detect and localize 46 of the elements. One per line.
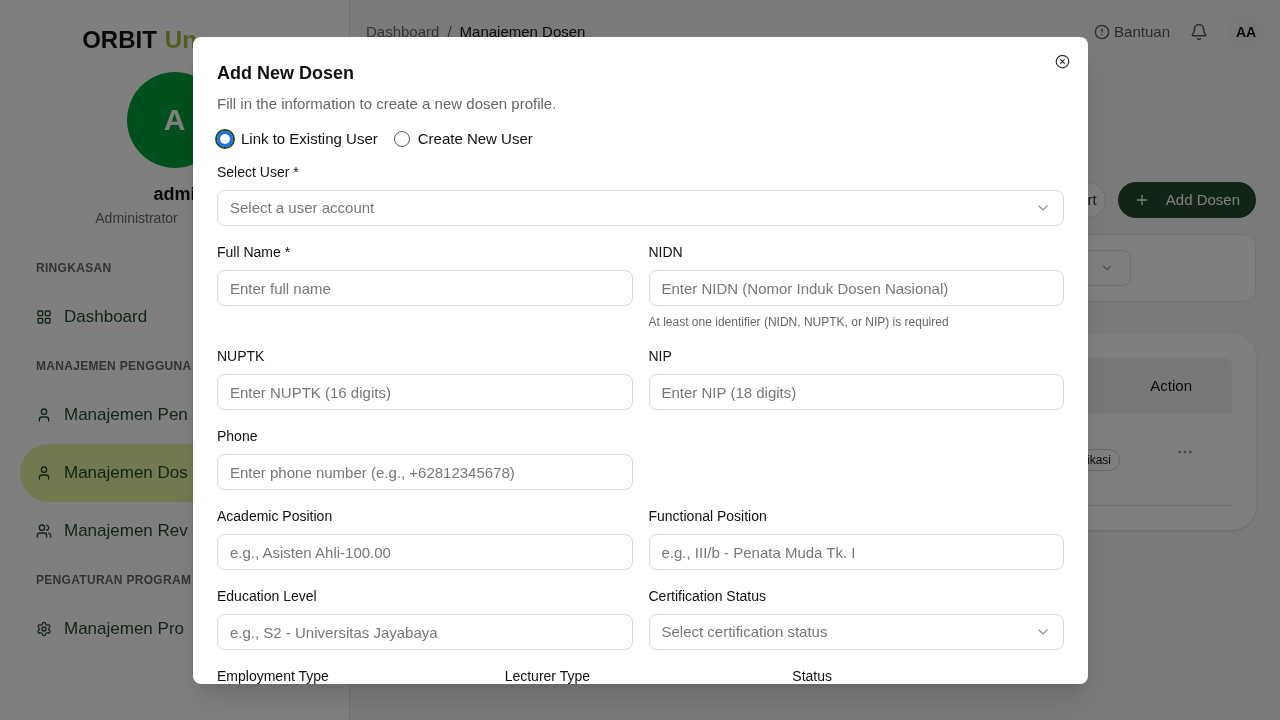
user-icon [36,465,52,481]
grid-icon [36,309,52,325]
add-dosen-button[interactable]: Add Dosen [1117,182,1256,218]
input-field[interactable]: e.g., III/b - Penata Muda Tk. I [648,534,1064,570]
radio-button[interactable] [217,130,233,147]
input-field[interactable]: Enter NUPTK (16 digits) [217,374,633,410]
field-label: NIP [648,347,672,366]
field-label: Certification Status [648,587,766,606]
field-label: Full Name * [217,243,291,262]
field-label: NIDN [648,243,683,262]
field-label: Status [792,667,833,684]
section-title: PENGATURAN PROGRAM [35,572,193,588]
radio-option[interactable]: Create New User [393,127,533,150]
breadcrumb-current: Manajemen Dosen [459,21,586,42]
breadcrumb-separator: / [447,21,452,42]
field-label: Education Level [217,587,317,606]
help-text: At least one identifier (NIDN, NUPTK, or NIP) is required [648,314,950,330]
input-field[interactable]: e.g., Asisten Ahli-100.00 [217,534,633,570]
notification-icon[interactable] [1190,23,1208,41]
radio-button[interactable] [393,130,410,147]
input-field[interactable]: e.g., S2 - Universitas Jayabaya [217,614,633,650]
users-icon [36,523,52,539]
section-title: RINGKASAN [35,260,113,276]
close-icon [1054,53,1070,69]
table-header: Action [1150,375,1192,396]
input-field[interactable]: Enter full name [217,270,633,306]
field-label: Functional Position [648,507,767,526]
user-icon [36,407,52,423]
logo-text: ORBIT [82,25,157,55]
close-button[interactable] [1054,53,1070,69]
logo-accent-text: Un [164,25,197,55]
field-label: Employment Type [217,667,329,684]
help-button[interactable]: Bantuan [1094,20,1170,44]
select-field[interactable]: Select a user account [217,190,1064,226]
section-title: MANAJEMEN PENGGUNA [35,358,193,374]
field-label: Phone [217,427,258,446]
user-role: Administrator [95,209,178,228]
input-field[interactable]: Enter NIDN (Nomor Induk Dosen Nasional) [648,270,1064,306]
select-field[interactable]: Select certification status [648,614,1064,650]
field-label: Lecturer Type [504,667,590,684]
input-field[interactable]: Enter NIP (18 digits) [648,374,1064,410]
input-field[interactable]: Enter phone number (e.g., +62812345678) [217,454,633,490]
field-label: Academic Position [217,507,333,526]
field-label: NUPTK [217,347,265,366]
settings-icon [36,621,52,637]
info-icon [1094,24,1111,40]
